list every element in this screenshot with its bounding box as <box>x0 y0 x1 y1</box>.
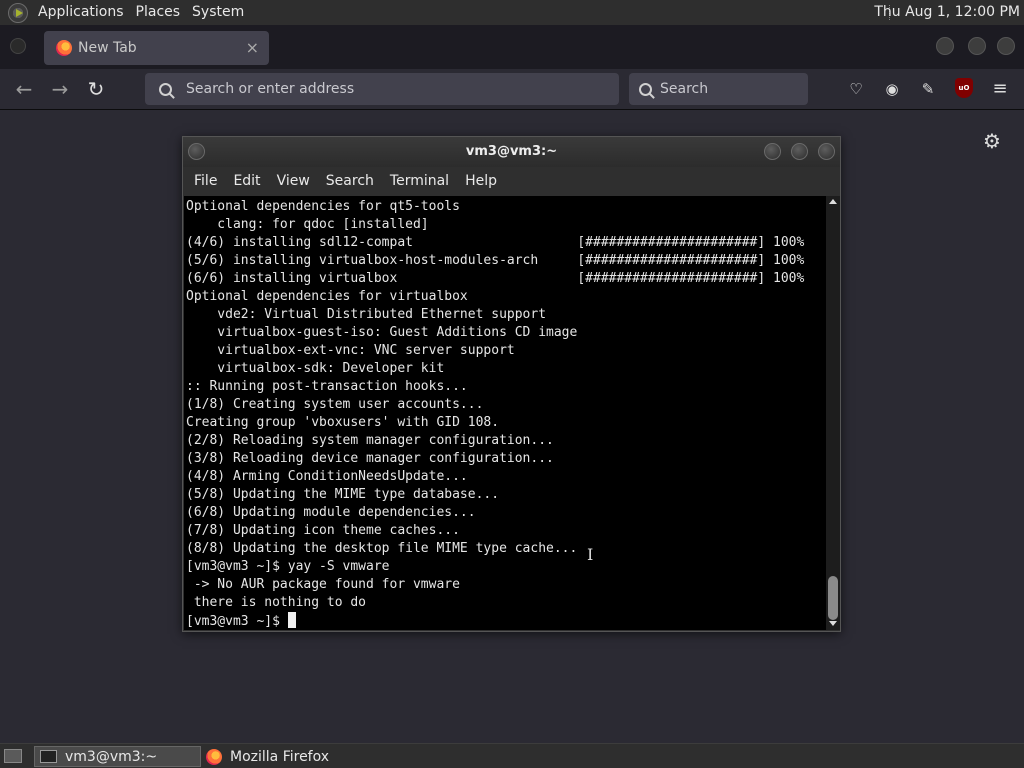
terminal-line: Creating group 'vboxusers' with GID 108. <box>186 415 500 430</box>
extensions-icon[interactable]: ✎ <box>918 79 938 99</box>
list-all-tabs-icon[interactable] <box>10 38 26 54</box>
taskbar-item-terminal[interactable]: vm3@vm3:~ <box>34 746 201 767</box>
terminal-line: vde2: Virtual Distributed Ethernet suppo… <box>186 307 547 322</box>
applications-menu[interactable]: Applications <box>32 0 130 25</box>
menu-terminal[interactable]: Terminal <box>382 167 457 195</box>
terminal-line: (4/8) Arming ConditionNeedsUpdate... <box>186 469 468 484</box>
terminal-line: :: Running post-transaction hooks... <box>186 379 468 394</box>
firefox-nav-bar: ← → ↻ Search or enter address Search ♡ ◉… <box>0 69 1024 110</box>
tab-new-tab[interactable]: New Tab × <box>44 31 269 65</box>
menu-search[interactable]: Search <box>318 167 382 195</box>
menu-help[interactable]: Help <box>457 167 505 195</box>
terminal-line: (8/8) Updating the desktop file MIME typ… <box>186 541 578 556</box>
terminal-line: virtualbox-sdk: Developer kit <box>186 361 445 376</box>
terminal-titlebar[interactable]: vm3@vm3:~ <box>183 137 840 167</box>
shell-prompt: [vm3@vm3 ~]$ <box>186 614 288 629</box>
maximize-button[interactable] <box>791 143 808 160</box>
menu-edit[interactable]: Edit <box>225 167 268 195</box>
scrollbar-thumb[interactable] <box>828 576 838 620</box>
taskbar-item-label: Mozilla Firefox <box>230 748 330 765</box>
window-menu-button[interactable] <box>188 143 205 160</box>
terminal-line: -> No AUR package found for vmware <box>186 577 460 592</box>
applications-logo-icon[interactable] <box>8 2 28 23</box>
tab-label: New Tab <box>78 40 137 56</box>
mouse-ibeam-cursor-icon: I <box>587 545 594 564</box>
search-icon <box>159 82 172 96</box>
terminal-line: clang: for qdoc [installed] <box>186 217 429 232</box>
minimize-button[interactable] <box>764 143 781 160</box>
places-menu[interactable]: Places <box>130 0 187 25</box>
terminal-icon <box>40 750 57 763</box>
terminal-line: virtualbox-ext-vnc: VNC server support <box>186 343 515 358</box>
search-placeholder: Search <box>660 81 709 97</box>
show-desktop-icon[interactable] <box>4 749 22 763</box>
search-icon <box>639 82 652 96</box>
address-bar[interactable]: Search or enter address <box>145 73 619 105</box>
terminal-line: (4/6) installing sdl12-compat [#########… <box>186 235 805 250</box>
terminal-line: virtualbox-guest-iso: Guest Additions CD… <box>186 325 578 340</box>
terminal-line: (3/8) Reloading device manager configura… <box>186 451 554 466</box>
top-menu: Applications Places System <box>32 0 250 25</box>
terminal-line: Optional dependencies for virtualbox <box>186 289 468 304</box>
search-bar[interactable]: Search <box>629 73 808 105</box>
close-window-button[interactable] <box>997 37 1015 55</box>
taskbar-item-firefox[interactable]: Mozilla Firefox <box>202 746 370 767</box>
address-placeholder: Search or enter address <box>186 81 355 97</box>
terminal-line: (5/6) installing virtualbox-host-modules… <box>186 253 805 268</box>
terminal-line: (7/8) Updating icon theme caches... <box>186 523 460 538</box>
terminal-line: Optional dependencies for qt5-tools <box>186 199 460 214</box>
scroll-down-arrow-icon[interactable] <box>829 621 837 626</box>
terminal-line: there is nothing to do <box>186 595 367 610</box>
back-button[interactable]: ← <box>10 75 38 103</box>
gear-icon[interactable]: ⚙ <box>983 131 1003 151</box>
terminal-line: (1/8) Creating system user accounts... <box>186 397 484 412</box>
terminal-line: [vm3@vm3 ~]$ yay -S vmware <box>186 559 390 574</box>
clock[interactable]: Thu Aug 1, 12:00 PM <box>874 0 1020 25</box>
account-icon[interactable]: ◉ <box>882 79 902 99</box>
ublock-origin-icon[interactable]: uO <box>955 78 973 98</box>
terminal-title: vm3@vm3:~ <box>465 144 558 159</box>
firefox-tab-bar: New Tab × <box>0 25 1024 69</box>
terminal-menubar: File Edit View Search Terminal Help <box>183 167 840 195</box>
hamburger-menu-icon[interactable]: ≡ <box>990 79 1010 99</box>
top-panel: Applications Places System Thu Aug 1, 12… <box>0 0 1024 25</box>
reload-button[interactable]: ↻ <box>82 75 110 103</box>
terminal-line: (2/8) Reloading system manager configura… <box>186 433 554 448</box>
menu-file[interactable]: File <box>186 167 225 195</box>
terminal-screen[interactable]: Optional dependencies for qt5-tools clan… <box>184 196 826 630</box>
bottom-panel: vm3@vm3:~ Mozilla Firefox <box>0 743 1024 768</box>
firefox-icon <box>56 40 72 56</box>
terminal-line: (6/8) Updating module dependencies... <box>186 505 476 520</box>
scroll-up-arrow-icon[interactable] <box>829 199 837 204</box>
taskbar-item-label: vm3@vm3:~ <box>65 748 158 765</box>
terminal-line: (5/8) Updating the MIME type database... <box>186 487 500 502</box>
firefox-icon <box>206 748 222 765</box>
pocket-icon[interactable]: ♡ <box>846 79 866 99</box>
terminal-line: (6/6) installing virtualbox [###########… <box>186 271 805 286</box>
tab-close-icon[interactable]: × <box>246 38 259 57</box>
close-button[interactable] <box>818 143 835 160</box>
text-cursor <box>287 612 296 628</box>
maximize-button[interactable] <box>968 37 986 55</box>
forward-button[interactable]: → <box>46 75 74 103</box>
minimize-button[interactable] <box>936 37 954 55</box>
terminal-window: vm3@vm3:~ File Edit View Search Terminal… <box>182 136 841 632</box>
menu-view[interactable]: View <box>269 167 318 195</box>
terminal-scrollbar[interactable] <box>826 196 840 630</box>
prompt-line: [vm3@vm3 ~]$ <box>186 612 826 630</box>
system-menu[interactable]: System <box>186 0 250 25</box>
